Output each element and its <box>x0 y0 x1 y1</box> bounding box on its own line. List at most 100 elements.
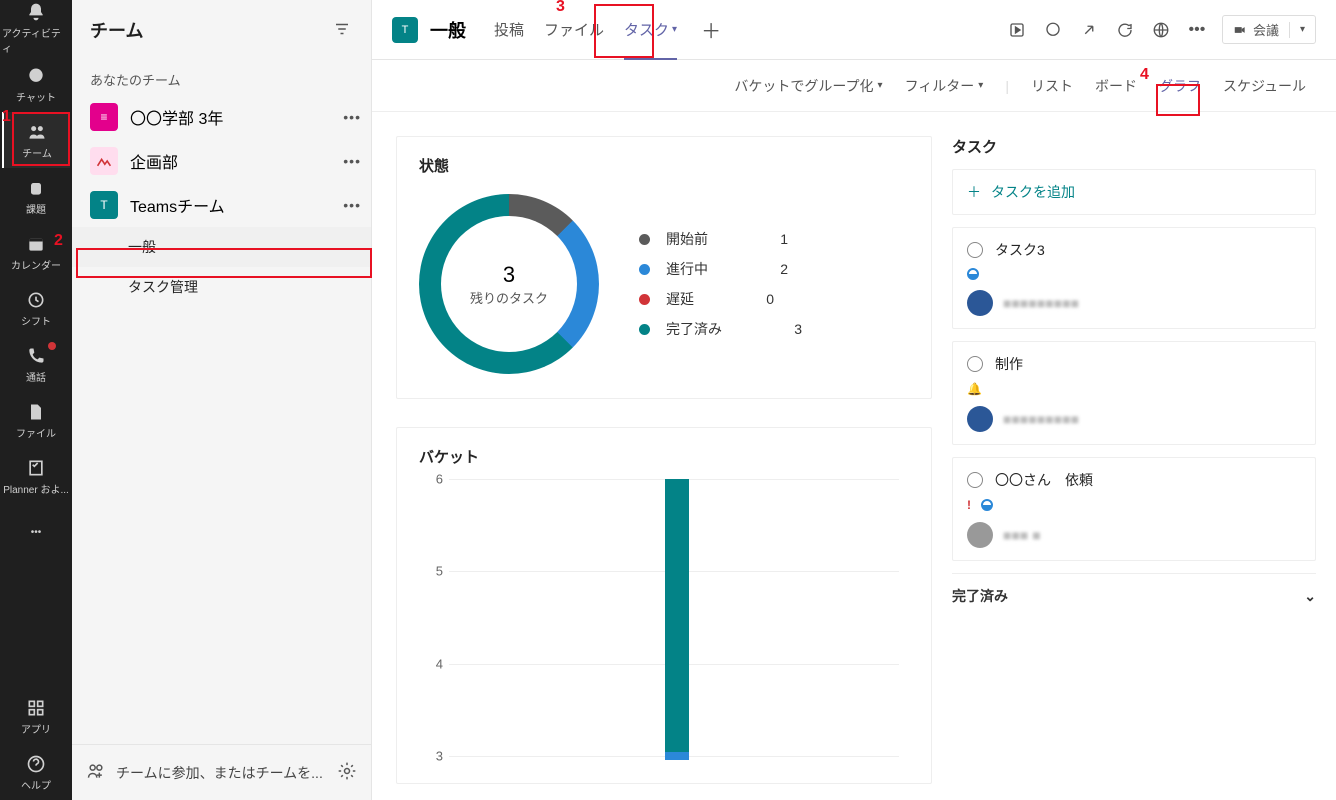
globe-icon[interactable] <box>1150 19 1172 41</box>
rail-label: Planner およ... <box>3 481 69 496</box>
chart-cards-column[interactable]: 状態 3 残りのタスク 開始前1 進行中2 遅延0 完了済み3 <box>372 112 932 800</box>
apps-icon <box>25 697 47 719</box>
status-card-title: 状態 <box>419 155 909 176</box>
task-card[interactable]: 〇〇さん 依頼 ! ■■■ ■ <box>952 457 1316 561</box>
plus-icon: ＋ <box>967 182 981 202</box>
rail-label: 課題 <box>26 201 46 216</box>
rail-calls[interactable]: 通話 <box>2 336 70 392</box>
join-team-label[interactable]: チームに参加、またはチームを... <box>116 763 323 783</box>
teams-panel: チーム あなたのチーム ≡〇〇学部 3年••• 企画部••• TTeamsチーム… <box>72 0 372 800</box>
done-section[interactable]: 完了済み⌄ <box>952 573 1316 606</box>
remaining-count: 3 <box>470 262 548 288</box>
bucket-bar <box>665 479 689 759</box>
status-card: 状態 3 残りのタスク 開始前1 進行中2 遅延0 完了済み3 <box>396 136 932 399</box>
rail-label: チャット <box>16 89 56 104</box>
team-avatar: T <box>90 191 118 219</box>
app-icon[interactable] <box>1006 19 1028 41</box>
team-more-icon[interactable]: ••• <box>343 153 361 169</box>
assignee-name: ■■■ ■ <box>1003 527 1041 543</box>
join-team-icon[interactable] <box>86 761 106 784</box>
view-board[interactable]: ボード <box>1095 76 1137 96</box>
more-icon[interactable]: ••• <box>1186 19 1208 41</box>
annotation-label-2: 2 <box>54 232 63 250</box>
topbar: T 一般 投稿 ファイル タスク▾ ＋ ••• 会議▾ <box>372 0 1336 60</box>
phone-icon <box>25 345 47 367</box>
team-row-1[interactable]: 企画部 ••• <box>72 139 371 183</box>
bucket-bar-progress <box>665 752 689 760</box>
clock-icon <box>25 289 47 311</box>
chat-icon <box>25 65 47 87</box>
rail-files[interactable]: ファイル <box>2 392 70 448</box>
section-your-teams: あなたのチーム <box>72 60 371 95</box>
team-name: 企画部 <box>130 149 178 173</box>
team-name: Teamsチーム <box>130 193 225 217</box>
progress-icon <box>981 499 993 511</box>
calendar-icon <box>25 233 47 255</box>
panel-footer: チームに参加、またはチームを... <box>72 744 371 800</box>
avatar <box>967 406 993 432</box>
view-list[interactable]: リスト <box>1031 76 1073 96</box>
more-icon: ••• <box>31 527 42 538</box>
annotation-label-1: 1 <box>2 108 11 126</box>
rail-help[interactable]: ヘルプ <box>2 744 70 800</box>
priority-icon: ! <box>967 498 971 512</box>
view-schedule[interactable]: スケジュール <box>1223 76 1306 96</box>
tab-posts[interactable]: 投稿 <box>494 0 524 60</box>
rail-activity[interactable]: アクティビティ <box>2 0 70 56</box>
file-icon <box>25 401 47 423</box>
task-list-column[interactable]: タスク ＋タスクを追加 タスク3 ■■■■■■■■■ 制作 🔔 ■■■■■■■■… <box>932 112 1336 800</box>
rail-label: ヘルプ <box>21 777 51 792</box>
team-name: 〇〇学部 3年 <box>130 105 223 129</box>
legend-dot-icon <box>639 264 650 275</box>
channel-avatar: T <box>392 17 418 43</box>
team-row-2[interactable]: T Teamsチーム ••• <box>72 183 371 227</box>
annotation-label-3: 3 <box>556 0 565 16</box>
add-task-button[interactable]: ＋タスクを追加 <box>952 169 1316 215</box>
rail-chat[interactable]: チャット <box>2 56 70 112</box>
complete-radio[interactable] <box>967 242 983 258</box>
rail-apps[interactable]: アプリ <box>2 688 70 744</box>
rail-shifts[interactable]: シフト <box>2 280 70 336</box>
main-area: T 一般 投稿 ファイル タスク▾ ＋ ••• 会議▾ バケットでグループ化▾ … <box>372 0 1336 800</box>
team-avatar <box>90 147 118 175</box>
task-title: タスク3 <box>995 240 1045 260</box>
team-avatar: ≡ <box>90 103 118 131</box>
rail-planner[interactable]: Planner およ... <box>2 448 70 504</box>
meet-button[interactable]: 会議 ▾ <box>1222 15 1316 44</box>
channel-title: 一般 <box>430 17 466 43</box>
popout-icon[interactable] <box>1078 19 1100 41</box>
filter-icon[interactable] <box>333 20 353 40</box>
rail-label: アプリ <box>21 721 51 736</box>
help-icon <box>25 753 47 775</box>
rail-assignments[interactable]: 課題 <box>2 168 70 224</box>
bell-icon <box>25 1 47 23</box>
group-by-dropdown[interactable]: バケットでグループ化▾ <box>734 76 882 96</box>
task-card[interactable]: タスク3 ■■■■■■■■■ <box>952 227 1316 329</box>
assignee-name: ■■■■■■■■■ <box>1003 411 1079 427</box>
gear-icon[interactable] <box>337 761 357 784</box>
team-more-icon[interactable]: ••• <box>343 197 361 213</box>
filter-dropdown[interactable]: フィルター▾ <box>905 76 984 96</box>
add-tab-button[interactable]: ＋ <box>701 15 721 44</box>
remaining-label: 残りのタスク <box>470 288 548 307</box>
rail-more[interactable]: ••• <box>2 504 70 560</box>
team-row-0[interactable]: ≡ 〇〇学部 3年 ••• <box>72 95 371 139</box>
status-donut-chart: 3 残りのタスク <box>419 194 599 374</box>
complete-radio[interactable] <box>967 356 983 372</box>
rail-label: カレンダー <box>11 257 61 272</box>
task-title: 〇〇さん 依頼 <box>995 470 1093 490</box>
chevron-down-icon: ▾ <box>1300 24 1305 35</box>
meet-label: 会議 <box>1253 20 1279 39</box>
chat-icon[interactable] <box>1042 19 1064 41</box>
refresh-icon[interactable] <box>1114 19 1136 41</box>
complete-radio[interactable] <box>967 472 983 488</box>
task-col-title: タスク <box>952 136 1316 157</box>
avatar <box>967 522 993 548</box>
task-card[interactable]: 制作 🔔 ■■■■■■■■■ <box>952 341 1316 445</box>
annotation-box-4 <box>1156 84 1200 116</box>
bell-icon: 🔔 <box>967 382 982 396</box>
rail-label: ファイル <box>16 425 56 440</box>
legend-dot-icon <box>639 294 650 305</box>
team-more-icon[interactable]: ••• <box>343 109 361 125</box>
assignee-name: ■■■■■■■■■ <box>1003 295 1079 311</box>
